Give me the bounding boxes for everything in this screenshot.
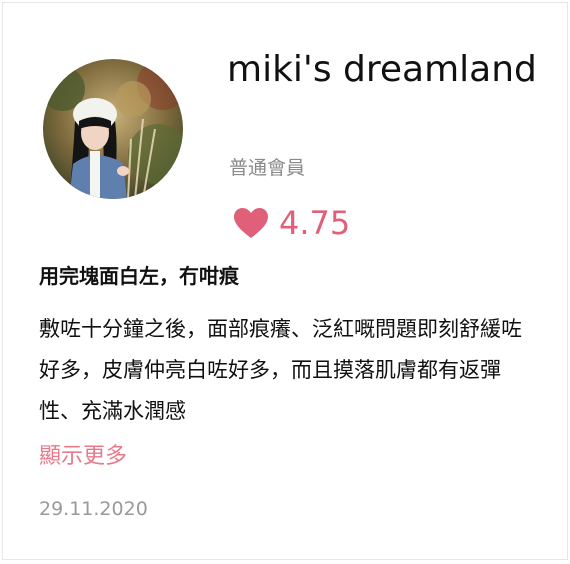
review-card: miki's dreamland 普通會員 4.75 用完塊面白左，冇咁痕 敷咗… xyxy=(2,2,568,560)
review-date: 29.11.2020 xyxy=(39,498,148,520)
heart-icon xyxy=(233,207,269,239)
rating: 4.75 xyxy=(233,203,350,243)
member-level: 普通會員 xyxy=(229,157,306,179)
show-more-link[interactable]: 顯示更多 xyxy=(39,441,127,473)
review-body: 敷咗十分鐘之後，面部痕癢、泛紅嘅問題即刻舒緩咗好多，皮膚仲亮白咗好多，而且摸落肌… xyxy=(39,317,522,423)
user-name[interactable]: miki's dreamland xyxy=(227,47,547,93)
avatar[interactable] xyxy=(43,59,183,199)
review-title: 用完塊面白左，冇咁痕 xyxy=(39,264,239,288)
avatar-photo xyxy=(43,59,183,199)
rating-value: 4.75 xyxy=(279,204,351,242)
